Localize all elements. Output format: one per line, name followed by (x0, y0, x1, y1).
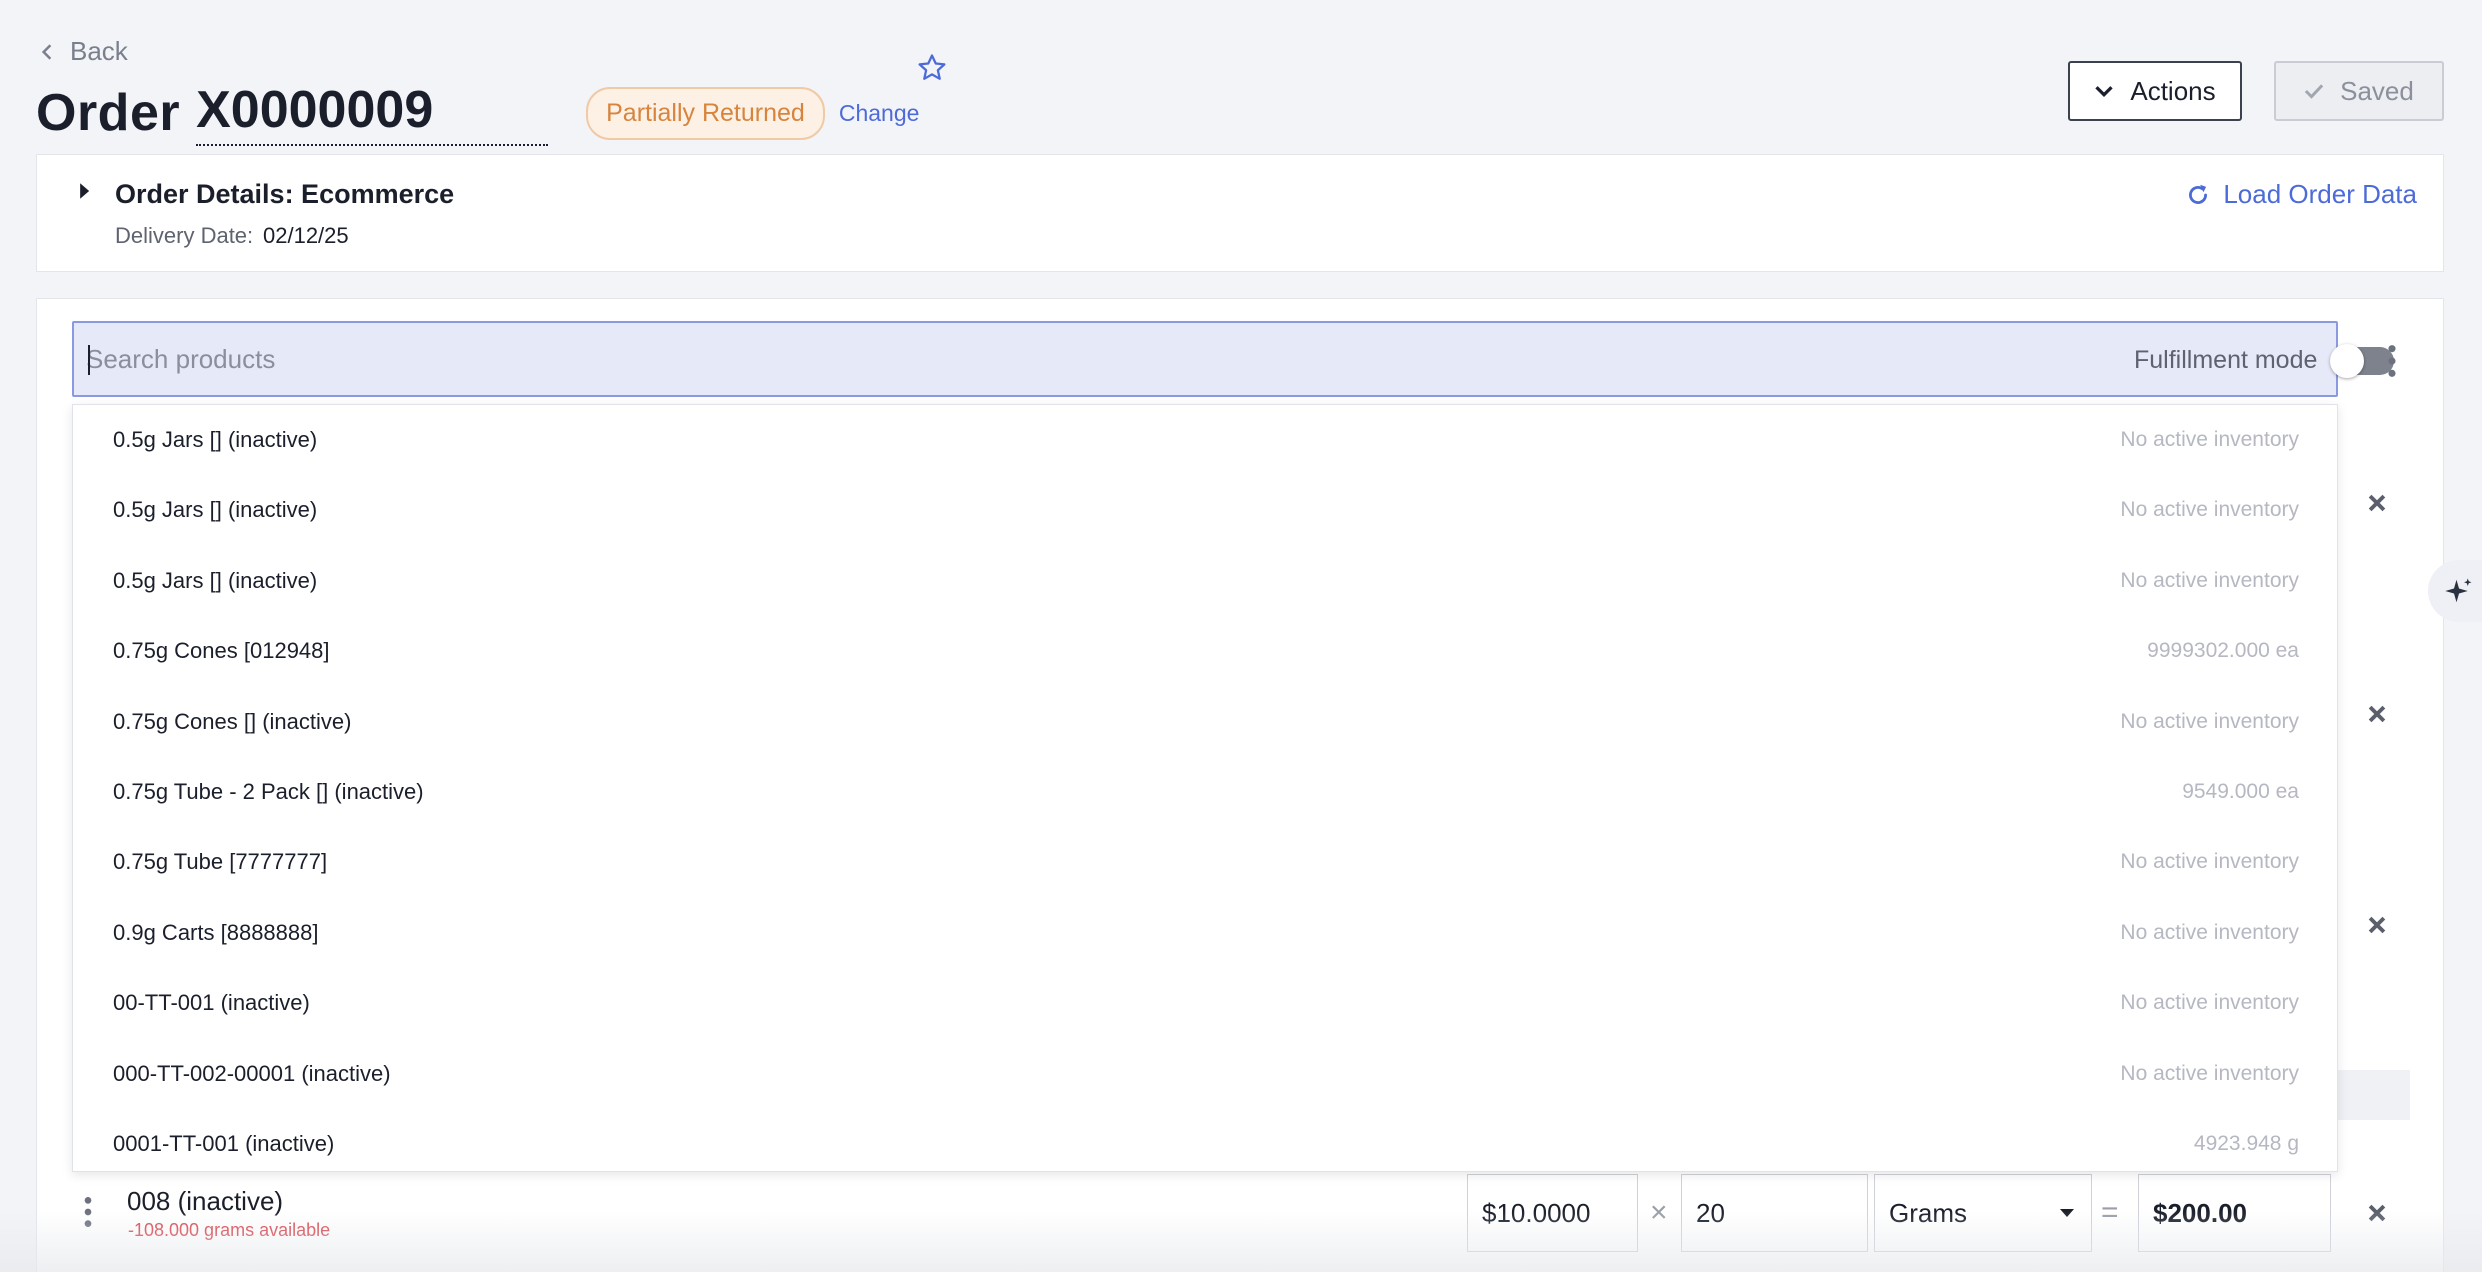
product-option-name: 0.5g Jars [] (inactive) (113, 497, 318, 523)
product-option[interactable]: 0.75g Cones [012948] 9999302.000 ea (73, 619, 2337, 689)
product-option-name: 0.75g Tube [7777777] (113, 849, 328, 875)
saved-label: Saved (2340, 75, 2414, 106)
product-option-name: 0001-TT-001 (inactive) (113, 1130, 335, 1156)
product-option-name: 0.9g Carts [8888888] (113, 919, 319, 945)
product-option-inventory: No active inventory (2120, 709, 2299, 733)
caret-down-icon (2060, 1209, 2074, 1217)
product-option-name: 00-TT-001 (inactive) (113, 990, 310, 1016)
close-icon[interactable] (2366, 492, 2388, 514)
star-icon[interactable] (916, 52, 948, 84)
product-option-inventory: No active inventory (2120, 498, 2299, 522)
back-link[interactable]: Back (38, 36, 128, 67)
unit-select-value: Grams (1889, 1197, 1967, 1228)
order-details-title[interactable]: Order Details: Ecommerce (115, 179, 454, 210)
caret-right-icon[interactable] (77, 182, 91, 200)
product-option-inventory: No active inventory (2120, 428, 2299, 451)
product-option-inventory: 4923.948 g (2193, 1131, 2299, 1155)
product-search: Fulfillment mode (72, 321, 2394, 397)
unit-price-input[interactable]: $10.0000 (1467, 1174, 1638, 1252)
close-icon[interactable] (2366, 1202, 2388, 1224)
more-vertical-icon[interactable] (78, 1196, 98, 1228)
product-option-inventory: No active inventory (2120, 920, 2299, 944)
delivery-date-value: 02/12/25 (263, 223, 349, 248)
product-option[interactable]: 0.5g Jars [] (inactive) No active invento… (73, 478, 2337, 548)
product-option-inventory: No active inventory (2120, 850, 2299, 874)
line-item-name: 008 (inactive) (127, 1186, 284, 1216)
product-option-name: 0.75g Cones [012948] (113, 638, 330, 664)
page-title: Order X0000009 Partially Returned Change (36, 80, 919, 146)
toggle-knob (2330, 344, 2364, 378)
product-option[interactable]: 0.9g Carts [8888888] No active inventory (73, 901, 2337, 971)
product-option[interactable]: 0.5g Jars [] (inactive) No active invento… (73, 549, 2337, 619)
check-icon (2304, 84, 2324, 99)
equals-sign: = (2101, 1196, 2119, 1229)
product-option[interactable]: 00-TT-001 (inactive) No active inventory (73, 971, 2337, 1041)
product-option-name: 0.75g Cones [] (inactive) (113, 708, 352, 734)
change-status-link[interactable]: Change (839, 100, 920, 127)
multiply-sign: × (1650, 1196, 1668, 1229)
line-item-availability: -108.000 grams available (128, 1220, 331, 1240)
search-input[interactable] (86, 323, 1586, 395)
product-option[interactable]: 0.75g Tube [7777777] No active inventory (73, 830, 2337, 900)
product-option[interactable]: 0.75g Cones [] (inactive) No active inven… (73, 690, 2337, 760)
delivery-date-label: Delivery Date: (115, 223, 254, 248)
product-option-inventory: 9999302.000 ea (2147, 639, 2299, 663)
product-option[interactable]: 000-TT-002-00001 (inactive) No active inv… (73, 1042, 2337, 1112)
refresh-icon (2189, 184, 2208, 204)
product-option-name: 0.75g Tube - 2 Pack [] (inactive) (113, 778, 424, 804)
order-number-field[interactable]: X0000009 (196, 80, 549, 146)
product-search-results: 0.5g Jars [] (inactive) No active invento… (72, 404, 2338, 1172)
actions-label: Actions (2130, 75, 2216, 106)
product-option-inventory: No active inventory (2120, 1061, 2299, 1085)
product-option-name: 0.5g Jars [] (inactive) (113, 567, 318, 593)
product-option-inventory: 9549.000 ea (2182, 779, 2299, 803)
product-option[interactable]: 0001-TT-001 (inactive) 4923.948 g (73, 1112, 2337, 1182)
product-option-inventory: No active inventory (2120, 991, 2299, 1015)
close-icon[interactable] (2366, 703, 2388, 725)
fulfillment-mode-label: Fulfillment mode (2134, 346, 2318, 374)
unit-select[interactable]: Grams (1874, 1174, 2092, 1252)
more-vertical-icon[interactable] (2382, 344, 2402, 378)
line-total-input[interactable]: $200.00 (2138, 1174, 2331, 1252)
load-order-data-link[interactable]: Load Order Data (2185, 179, 2417, 210)
load-order-data-label: Load Order Data (2223, 179, 2417, 209)
ai-assistant-tab[interactable] (2428, 560, 2482, 622)
order-details-card: Order Details: Ecommerce Delivery Date: … (36, 154, 2444, 272)
quantity-input[interactable]: 20 (1681, 1174, 1868, 1252)
status-badge: Partially Returned (586, 86, 825, 140)
saved-button[interactable]: Saved (2274, 61, 2444, 121)
back-label: Back (70, 36, 128, 66)
order-label: Order (36, 84, 181, 142)
text-cursor (88, 345, 90, 375)
product-option[interactable]: 0.5g Jars [] (inactive) No active invento… (73, 408, 2337, 478)
chevron-down-icon (2095, 86, 2114, 98)
product-option-name: 0.5g Jars [] (inactive) (113, 427, 318, 452)
product-option[interactable]: 0.75g Tube - 2 Pack [] (inactive) 9549.00… (73, 760, 2337, 830)
actions-button[interactable]: Actions (2068, 61, 2242, 121)
close-icon[interactable] (2366, 914, 2388, 936)
product-option-inventory: No active inventory (2120, 568, 2299, 592)
chevron-left-icon (41, 43, 52, 60)
product-option-name: 000-TT-002-00001 (inactive) (113, 1060, 391, 1086)
sparkle-icon (2445, 578, 2472, 603)
